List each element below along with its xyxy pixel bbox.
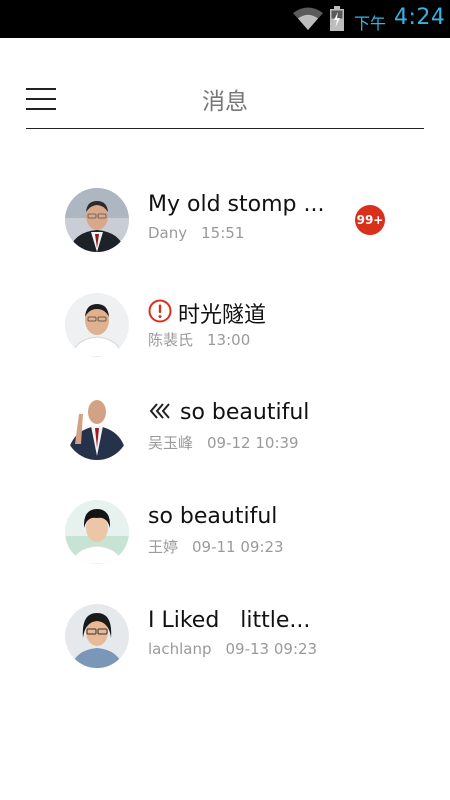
message-title-line: I Liked little... [148,608,310,638]
message-row[interactable]: so beautiful 王婷 09-11 09:23 [0,474,450,574]
wifi-icon [292,6,324,32]
message-row[interactable]: so beautiful 吴玉峰 09-12 10:39 [0,370,450,470]
page-title: 消息 [202,89,248,115]
double-chevron-left-icon [148,401,172,421]
message-title-line: so beautiful [148,400,309,430]
avatar [65,500,129,564]
message-sender: 陈裴氏 [148,331,194,349]
message-meta: 陈裴氏 13:00 [148,329,250,350]
message-title-line: My old stomp ... [148,192,324,222]
alert-circle-icon [148,299,172,323]
message-sender: 吴玉峰 [148,434,194,452]
message-title: so beautiful [180,400,310,425]
message-meta: lachlanp 09-13 09:23 [148,640,317,658]
header-divider [26,128,424,129]
message-time: 09-12 10:39 [207,434,299,452]
avatar [65,188,129,252]
unread-badge: 99+ [355,205,385,235]
message-title: My old stomp ... [148,192,325,217]
message-time: 15:51 [201,224,245,242]
avatar [65,604,129,668]
message-row[interactable]: 时光隧道 陈裴氏 13:00 [0,267,450,367]
status-time: 4:24 [394,5,446,30]
battery-charging-icon [329,6,345,31]
message-meta: 王婷 09-11 09:23 [148,536,284,557]
message-title: 时光隧道 [178,303,267,328]
message-title: I Liked little... [148,608,311,633]
message-title-line: so beautiful [148,504,277,534]
message-sender: lachlanp [148,640,212,658]
message-title: so beautiful [148,504,278,529]
message-meta: 吴玉峰 09-12 10:39 [148,432,299,453]
avatar [65,293,129,357]
message-time: 09-13 09:23 [225,640,318,658]
message-row[interactable]: My old stomp ... Dany 15:51 99+ [0,162,450,262]
status-ampm: 下午 [354,14,387,33]
app-header: 消息 [0,38,450,130]
avatar [65,396,129,460]
message-sender: 王婷 [148,538,179,556]
status-bar: 下午 4:24 [0,0,450,38]
message-title-line: 时光隧道 [148,297,267,328]
message-sender: Dany [148,224,188,242]
message-row[interactable]: I Liked little... lachlanp 09-13 09:23 [0,578,450,678]
message-meta: Dany 15:51 [148,224,244,242]
message-time: 13:00 [207,331,251,349]
message-time: 09-11 09:23 [192,538,284,556]
